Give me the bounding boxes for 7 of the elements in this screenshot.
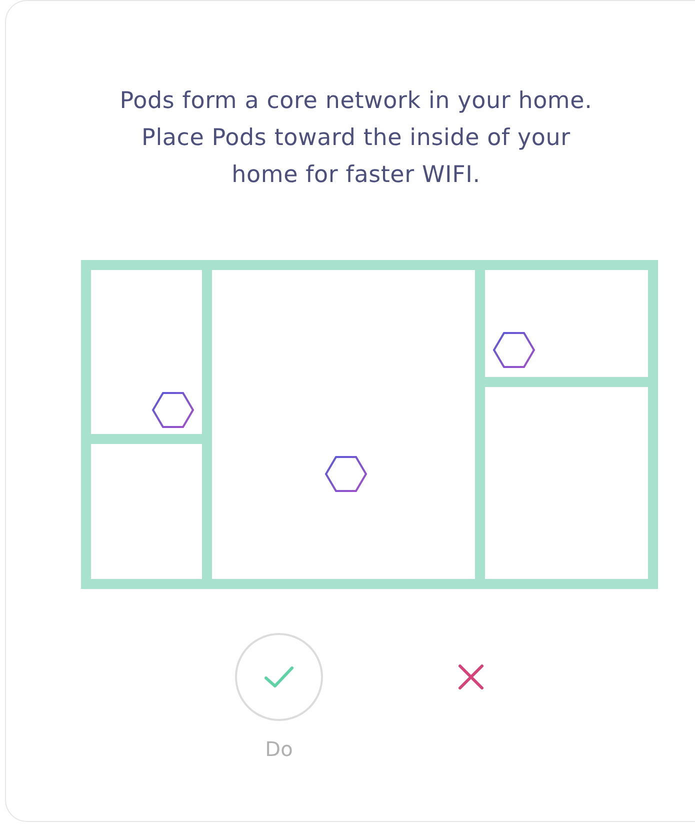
instruction-text: Pods form a core network in your home. Place Pods toward the inside of your home for faster WIFI.: [118, 87, 594, 190]
option-label: Do: [265, 737, 293, 761]
close-icon: [458, 664, 484, 690]
check-icon: [264, 666, 294, 688]
hexagon-icon: [324, 456, 368, 492]
hexagon-icon: [492, 332, 536, 368]
hexagon-icon: [152, 392, 194, 428]
